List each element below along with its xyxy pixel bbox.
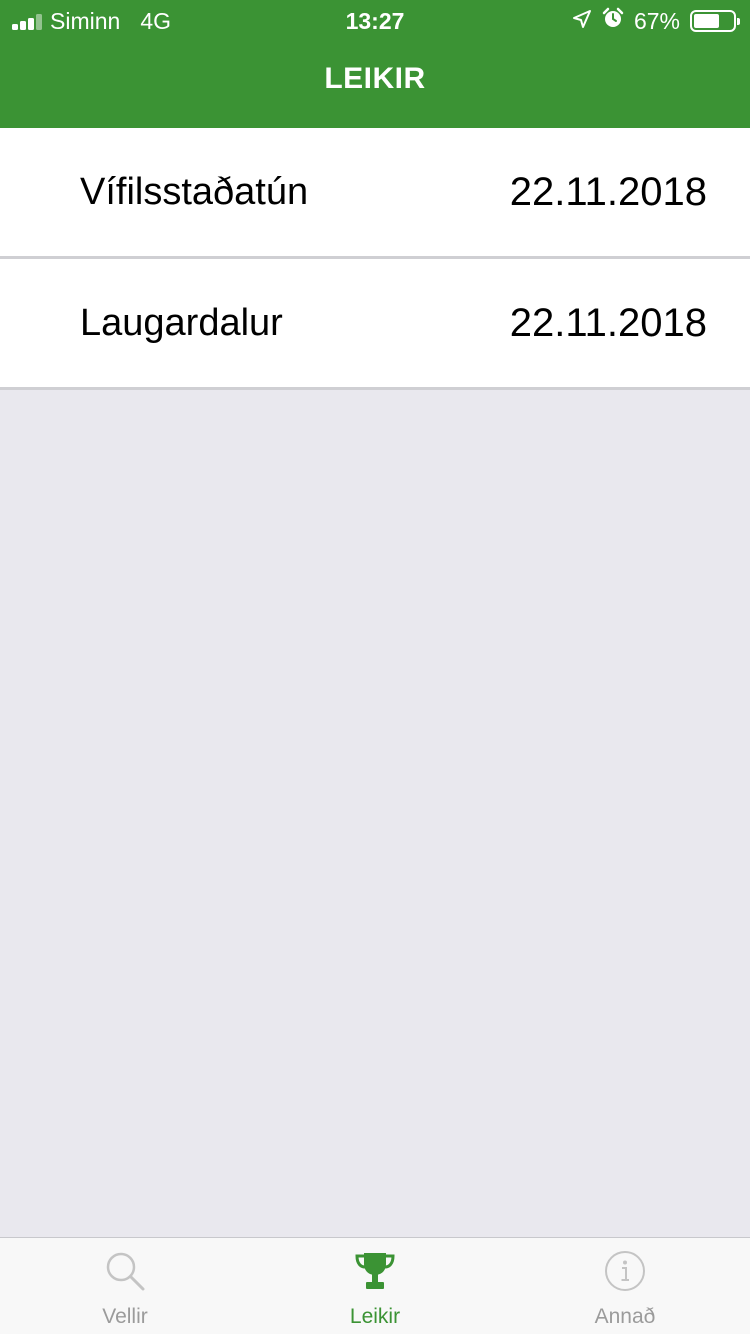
list-item[interactable]: Vífilsstaðatún 22.11.2018 [0,128,750,259]
game-date: 22.11.2018 [509,301,707,345]
list-item[interactable]: Laugardalur 22.11.2018 [0,259,750,390]
tab-label: Leikir [349,1305,401,1328]
tab-label: Annað [594,1305,656,1328]
game-name: Laugardalur [80,302,283,344]
battery-tip [737,18,740,25]
tab-bar: Vellir Leikir Annað [0,1237,750,1334]
search-icon [104,1250,146,1292]
page-title: LEIKIR [324,62,426,95]
game-name: Vífilsstaðatún [80,171,309,213]
tab-label: Vellir [102,1305,148,1328]
status-bar: Siminn 4G 13:27 67% [0,0,750,40]
trophy-icon [354,1250,396,1292]
screen: Siminn 4G 13:27 67% LEIKIR Vífilsstaðatú… [0,0,750,1334]
tab-leikir[interactable]: Leikir [250,1238,500,1334]
location-arrow-icon [572,8,592,35]
battery-fill [694,14,719,28]
battery-icon [690,10,740,32]
header: Siminn 4G 13:27 67% LEIKIR [0,0,750,128]
games-list: Vífilsstaðatún 22.11.2018 Laugardalur 22… [0,128,750,390]
info-icon [604,1250,646,1292]
alarm-clock-icon [602,7,624,35]
tab-annad[interactable]: Annað [500,1238,750,1334]
battery-percent: 67% [633,7,680,34]
status-bar-right: 67% [572,7,740,35]
game-date: 22.11.2018 [509,170,707,214]
tab-vellir[interactable]: Vellir [0,1238,250,1334]
